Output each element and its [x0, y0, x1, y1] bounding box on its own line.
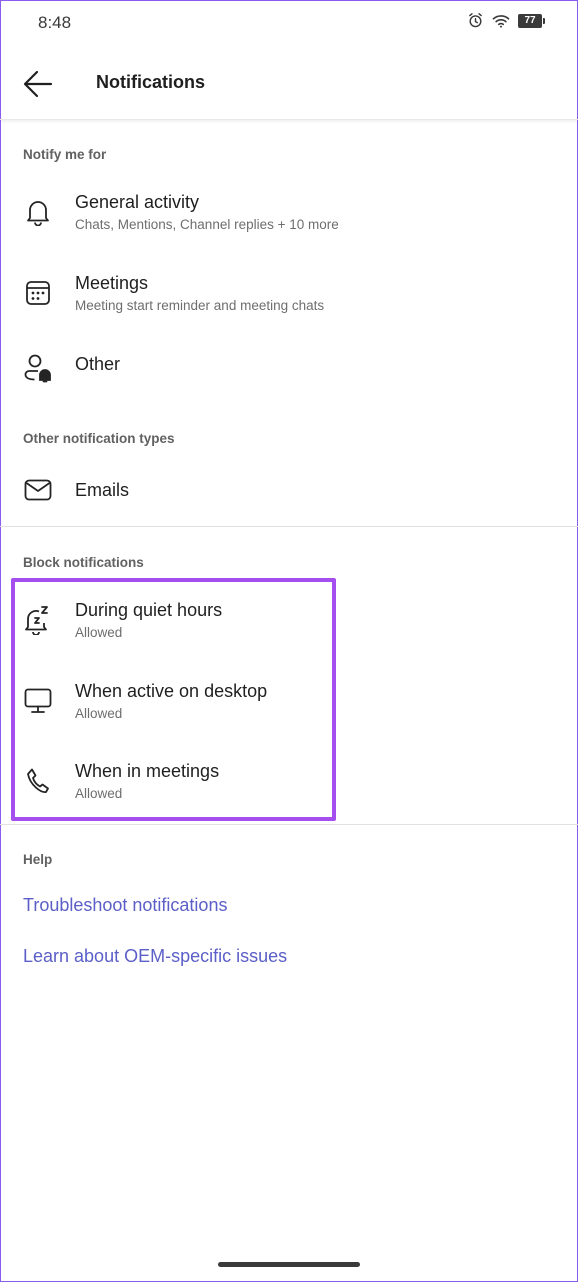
- desktop-icon: [22, 685, 54, 717]
- link-troubleshoot-notifications[interactable]: Troubleshoot notifications: [23, 895, 227, 916]
- bell-icon: [22, 196, 54, 228]
- alarm-icon: [467, 12, 484, 29]
- row-emails[interactable]: Emails: [0, 458, 578, 522]
- row-in-meetings[interactable]: When in meetings Allowed: [0, 741, 578, 821]
- row-other[interactable]: Other: [0, 334, 578, 414]
- row-quiet-hours[interactable]: During quiet hours Allowed: [0, 580, 578, 660]
- section-header-help: Help: [23, 852, 53, 867]
- home-indicator[interactable]: [218, 1262, 360, 1267]
- row-subtitle: Allowed: [75, 625, 123, 640]
- status-bar: 8:48 77: [0, 0, 578, 46]
- status-icons: 77: [467, 12, 545, 29]
- section-header-other-types: Other notification types: [23, 431, 175, 446]
- link-oem-specific-issues[interactable]: Learn about OEM-specific issues: [23, 946, 287, 967]
- section-divider: [0, 824, 578, 825]
- mail-icon: [22, 474, 54, 506]
- row-subtitle: Chats, Mentions, Channel replies + 10 mo…: [75, 217, 339, 232]
- row-title: When in meetings: [75, 761, 220, 781]
- phone-icon: [22, 765, 54, 797]
- row-title: Meetings: [75, 273, 149, 293]
- row-title: When active on desktop: [75, 681, 268, 701]
- calendar-icon: [22, 277, 54, 309]
- battery-icon: 77: [518, 13, 545, 28]
- back-button[interactable]: [18, 64, 58, 104]
- app-bar: Notifications: [0, 46, 578, 120]
- row-subtitle: Allowed: [75, 706, 123, 721]
- row-title: Emails: [75, 480, 130, 500]
- row-subtitle: Allowed: [75, 786, 123, 801]
- row-meetings[interactable]: Meetings Meeting start reminder and meet…: [0, 253, 578, 333]
- status-time: 8:48: [38, 13, 72, 32]
- page-title: Notifications: [96, 72, 206, 92]
- arrow-left-icon: [23, 70, 53, 98]
- snooze-bell-icon: [22, 604, 54, 636]
- row-title: Other: [75, 354, 121, 374]
- row-title: General activity: [75, 192, 200, 212]
- row-active-on-desktop[interactable]: When active on desktop Allowed: [0, 661, 578, 741]
- person-bell-icon: [22, 352, 54, 384]
- row-general-activity[interactable]: General activity Chats, Mentions, Channe…: [0, 172, 578, 252]
- section-header-notify-me-for: Notify me for: [23, 147, 107, 162]
- section-divider: [0, 526, 578, 527]
- row-title: During quiet hours: [75, 600, 223, 620]
- section-header-block-notifications: Block notifications: [23, 555, 144, 570]
- wifi-icon: [492, 13, 510, 29]
- row-subtitle: Meeting start reminder and meeting chats: [75, 298, 325, 313]
